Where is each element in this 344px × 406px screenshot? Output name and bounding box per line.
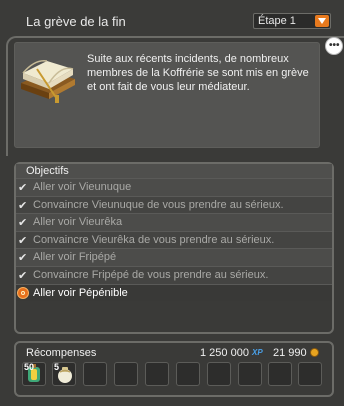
xp-reward-value: 1 250 000 [200, 347, 249, 359]
reward-item-slots: 50 5 [22, 362, 322, 388]
reward-slot[interactable]: 5 [52, 362, 76, 386]
quest-description: Suite aux récents incidents, de nombreux… [87, 53, 309, 93]
objectives-title: Objectifs [26, 165, 69, 177]
reward-slot-empty [268, 362, 292, 386]
compass-target-icon[interactable] [17, 286, 29, 299]
objective-row[interactable]: ✔ Aller voir Vieurêka [16, 213, 332, 231]
kamas-reward-value: 21 990 [273, 347, 307, 359]
step-select[interactable]: Étape 1 [253, 13, 331, 29]
book-icon [21, 60, 75, 103]
objective-label: Convaincre Fripépé de vous prendre au sé… [33, 268, 269, 281]
reward-slot-empty [83, 362, 107, 386]
objective-label: Convaincre Vieurêka de vous prendre au s… [33, 233, 275, 246]
xp-label: XP [252, 348, 263, 357]
objective-label: Aller voir Vieurêka [33, 216, 123, 229]
objective-row[interactable]: ✔ Aller voir Fripépé [16, 248, 332, 266]
objective-row[interactable]: ✔ Convaincre Vieurêka de vous prendre au… [16, 230, 332, 249]
reward-slot-empty [114, 362, 138, 386]
chat-bubble-icon[interactable]: ••• [325, 37, 343, 55]
quest-title: La grève de la fin [26, 14, 126, 29]
check-icon: ✔ [18, 199, 28, 212]
kama-coin-icon [310, 348, 319, 357]
description-panel: Suite aux récents incidents, de nombreux… [14, 42, 320, 148]
objective-label: Aller voir Vieunuque [33, 181, 132, 193]
objective-row[interactable]: ✔ Aller voir Vieunuque [16, 178, 332, 196]
check-icon: ✔ [18, 252, 28, 265]
objective-label: Aller voir Fripépé [33, 251, 117, 264]
objectives-header: Objectifs [16, 164, 332, 178]
check-icon: ✔ [18, 217, 28, 230]
objective-row[interactable]: ✔ Convaincre Vieunuque de vous prendre a… [16, 195, 332, 214]
slot-quantity: 5 [54, 362, 60, 372]
objective-label: Aller voir Pépénible [33, 286, 128, 299]
chevron-down-icon[interactable] [315, 15, 329, 27]
check-icon: ✔ [18, 234, 28, 247]
slot-quantity: 50 [24, 362, 35, 372]
reward-slot-empty [176, 362, 200, 386]
reward-slot[interactable]: 50 [22, 362, 46, 386]
quest-window: La grève de la fin Étape 1 ••• Suite aux… [0, 0, 344, 406]
rewards-title: Récompenses [26, 347, 97, 359]
reward-slot-empty [145, 362, 169, 386]
step-select-value: Étape 1 [258, 15, 296, 27]
reward-slot-empty [298, 362, 322, 386]
check-icon: ✔ [18, 182, 28, 194]
objective-row-current[interactable]: Aller voir Pépénible [16, 283, 332, 302]
reward-slot-empty [238, 362, 262, 386]
objective-label: Convaincre Vieunuque de vous prendre au … [33, 198, 284, 211]
quest-header: La grève de la fin Étape 1 [0, 0, 344, 40]
objectives-list: ✔ Aller voir Vieunuque ✔ Convaincre Vieu… [16, 178, 332, 302]
check-icon: ✔ [18, 269, 28, 282]
reward-slot-empty [207, 362, 231, 386]
objective-row[interactable]: ✔ Convaincre Fripépé de vous prendre au … [16, 265, 332, 284]
